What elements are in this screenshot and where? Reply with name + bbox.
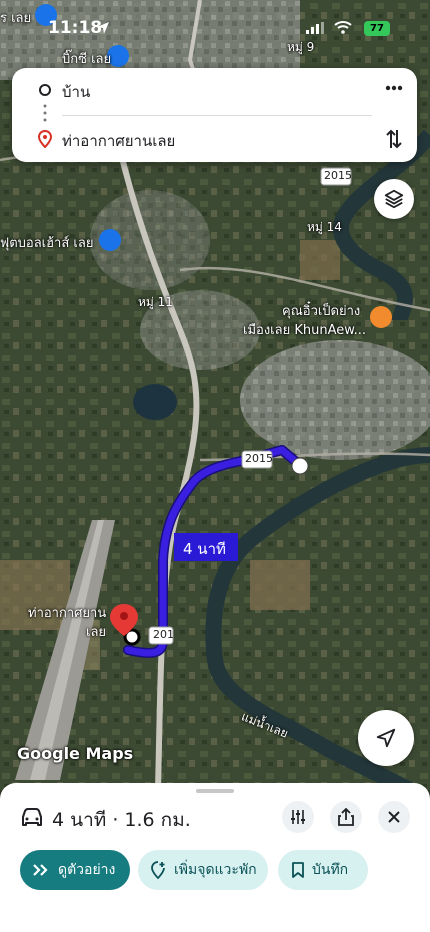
road-shield-2015: 2015 (245, 452, 273, 465)
route-time-label: 4 นาที (183, 540, 226, 558)
double-chevron-icon (32, 863, 50, 877)
wifi-icon (334, 21, 352, 34)
preview-label: ดูตัวอย่าง (58, 862, 116, 878)
share-icon (338, 808, 354, 826)
map-label-restaurant[interactable]: เมืองเลย KhunAew... (243, 319, 366, 340)
map-label-airport[interactable]: เลย (86, 621, 106, 642)
status-time: 11:18 (48, 18, 103, 38)
map-label: หมู่ 11 (138, 295, 173, 309)
recenter-button[interactable] (358, 710, 414, 766)
save-button[interactable]: บันทึก (278, 850, 368, 890)
preview-button[interactable]: ดูตัวอย่าง (20, 850, 130, 890)
route-card: บ้าน ท่าอากาศยานเลย (12, 68, 417, 162)
cellular-signal-icon (306, 22, 324, 34)
origin-field[interactable]: บ้าน (62, 80, 90, 104)
map-label-airport[interactable]: ท่าอากาศยาน (28, 602, 106, 623)
road-shield-201: 201 (153, 628, 174, 641)
share-button[interactable] (330, 801, 362, 833)
battery-level: 77 (364, 21, 390, 36)
more-options-icon[interactable] (385, 85, 403, 91)
route-dots-icon (43, 104, 47, 122)
google-maps-logo: Google Maps (17, 744, 134, 763)
car-icon (22, 808, 42, 826)
origin-circle-icon (39, 84, 51, 96)
add-location-icon (150, 861, 166, 879)
map-label-football[interactable]: ฟุตบอลเฮ้าส์ เลย (0, 232, 93, 253)
add-stop-button[interactable]: เพิ่มจุดแวะพัก (138, 850, 268, 890)
location-arrow-icon (97, 22, 109, 34)
status-bar: 11:18 77 (0, 0, 430, 52)
directions-sheet[interactable]: 4 นาที · 1.6 กม. ดูตัวอย่าง เพิ่มจุดแวะพ… (0, 783, 430, 932)
swap-icon[interactable] (385, 128, 403, 150)
layers-icon (384, 189, 404, 209)
layers-button[interactable] (374, 179, 414, 219)
route-summary: 4 นาที · 1.6 กม. (52, 809, 191, 831)
divider (62, 115, 372, 116)
add-stop-label: เพิ่มจุดแวะพัก (174, 862, 257, 878)
map-label-restaurant[interactable]: คุณอิ๋วเป็ดย่าง (282, 300, 360, 321)
road-shield-2015: 2015 (324, 169, 352, 182)
close-icon (388, 811, 400, 823)
origin-marker (291, 457, 309, 475)
destination-pin-icon (38, 130, 52, 148)
navigation-arrow-icon (376, 728, 396, 748)
close-button[interactable] (378, 801, 410, 833)
route-options-button[interactable] (282, 801, 314, 833)
sliders-icon (291, 810, 305, 824)
bookmark-icon (292, 862, 304, 878)
sheet-handle[interactable] (196, 789, 234, 793)
map-label: หมู่ 14 (307, 220, 342, 234)
destination-field[interactable]: ท่าอากาศยานเลย (62, 129, 175, 153)
save-label: บันทึก (312, 862, 349, 878)
